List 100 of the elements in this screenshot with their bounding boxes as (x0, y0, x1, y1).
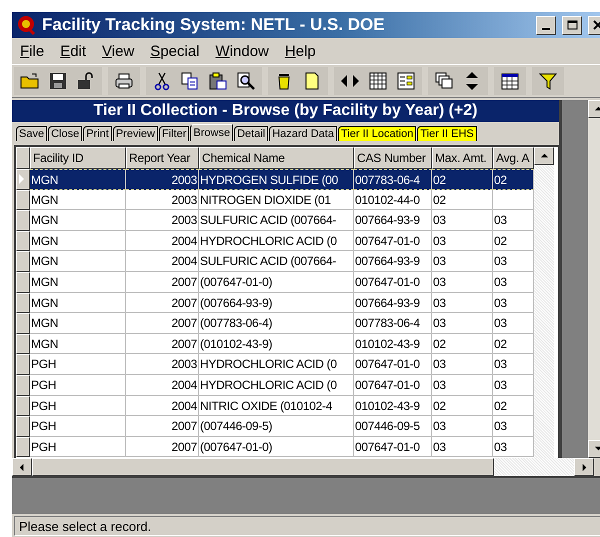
collection-title: Tier II Collection - Browse (by Facility by Year) (+2) (12, 100, 559, 122)
table-cell: MGN (30, 251, 126, 272)
table-row[interactable]: MGN 2007 (007647-01-0) 007647-01-0 03 03 (16, 272, 534, 293)
table-cell: 007664-93-9 (354, 292, 432, 314)
table-cell: 2004 (126, 374, 199, 396)
table-cell: 2007 (126, 272, 199, 293)
table-row[interactable]: PGH 2004 NITRIC OXIDE (010102-4 010102-43-9 02 02 (16, 396, 534, 416)
table-cell: SULFURIC ACID (007664- (199, 210, 354, 231)
table-cell: 2003 (126, 210, 199, 231)
table-cell: 2007 (126, 334, 199, 354)
table-cell: (007647-01-0) (199, 436, 354, 458)
table-cell: 2007 (126, 292, 199, 314)
table-cell: 03 (432, 272, 493, 293)
table-cell: 2004 (126, 251, 199, 272)
table-row[interactable]: MGN 2007 (007664-93-9) 007664-93-9 03 03 (16, 292, 534, 314)
column-header[interactable]: Facility ID (30, 147, 126, 169)
table-cell: 03 (432, 313, 493, 334)
table-cell: HYDROGEN SULFIDE (00 (199, 169, 354, 190)
table-cell: 03 (432, 292, 493, 314)
table-row[interactable]: MGN 2003 NITROGEN DIOXIDE (01 010102-44-0 02 (16, 190, 534, 210)
table-cell: 007647-01-0 (354, 436, 432, 458)
table-cell: (010102-43-9) (199, 334, 354, 354)
menu-item[interactable]: Window (210, 42, 279, 60)
table-row[interactable]: PGH 2004 HYDROCHLORIC ACID (0 007647-01-0 03 03 (16, 374, 534, 396)
table-cell: 02 (493, 169, 534, 190)
tab[interactable]: Preview (112, 126, 158, 141)
table-row[interactable]: MGN 2004 HYDROCHLORIC ACID (0 007647-01-0 03 02 (16, 230, 534, 252)
table-cell: PGH (30, 374, 126, 396)
table-row[interactable]: MGN 2007 (007783-06-4) 007783-06-4 03 03 (16, 313, 534, 334)
table-cell: PGH (30, 416, 126, 437)
table-row[interactable]: PGH 2007 (007647-01-0) 007647-01-0 03 03 (16, 436, 534, 458)
table-cell: 2003 (126, 169, 199, 190)
tab[interactable]: Close (48, 126, 82, 141)
status-bar: Please select a record. (14, 516, 600, 536)
table-cell: 03 (432, 230, 493, 252)
table-cell: NITROGEN DIOXIDE (01 (199, 190, 354, 210)
table-cell: 010102-44-0 (354, 190, 432, 210)
table-cell: MGN (30, 190, 126, 210)
tab[interactable]: Tier II EHS (417, 126, 477, 141)
table-cell: 03 (432, 374, 493, 396)
table-cell: HYDROCHLORIC ACID (0 (199, 354, 354, 375)
table-row[interactable]: MGN 2003 SULFURIC ACID (007664- 007664-93-9 03 03 (16, 210, 534, 231)
table-cell: 007783-06-4 (354, 313, 432, 334)
column-header[interactable]: CAS Number (354, 147, 432, 169)
table-cell: PGH (30, 436, 126, 458)
menu-item[interactable]: Edit (54, 42, 96, 60)
table-cell: 2007 (126, 436, 199, 458)
table-cell: HYDROCHLORIC ACID (0 (199, 374, 354, 396)
tab[interactable]: Tier II Location (338, 126, 416, 141)
table-cell: PGH (30, 396, 126, 416)
menu-item[interactable]: File (14, 42, 54, 60)
table-cell: MGN (30, 313, 126, 334)
table-cell: MGN (30, 230, 126, 252)
table-cell: 007647-01-0 (354, 272, 432, 293)
table-cell: 03 (432, 436, 493, 458)
table-cell: 2007 (126, 416, 199, 437)
tab[interactable]: Hazard Data (269, 126, 337, 141)
table-cell: MGN (30, 169, 126, 190)
table-cell: 2004 (126, 230, 199, 252)
table-cell: 007446-09-5 (354, 416, 432, 437)
table-cell: MGN (30, 334, 126, 354)
table-cell: 007664-93-9 (354, 210, 432, 231)
menu-item[interactable]: Help (278, 42, 326, 60)
table-cell: 010102-43-9 (354, 334, 432, 354)
table-cell: 03 (432, 210, 493, 231)
table-cell: MGN (30, 272, 126, 293)
tab[interactable]: Browse (190, 124, 234, 141)
table-row[interactable]: PGH 2003 HYDROCHLORIC ACID (0 007647-01-0 03 03 (16, 354, 534, 375)
table-cell: NITRIC OXIDE (010102-4 (199, 396, 354, 416)
table-row[interactable]: MGN 2004 SULFURIC ACID (007664- 007664-93-9 03 03 (16, 251, 534, 272)
table-cell: 03 (432, 251, 493, 272)
table-row[interactable]: PGH 2007 (007446-09-5) 007446-09-5 03 03 (16, 416, 534, 437)
table-cell: PGH (30, 354, 126, 375)
table-cell: 03 (432, 416, 493, 437)
table-row[interactable]: MGN 2007 (010102-43-9) 010102-43-9 02 02 (16, 334, 534, 354)
table-cell: MGN (30, 210, 126, 231)
table-cell: 2007 (126, 313, 199, 334)
table-cell: 02 (432, 334, 493, 354)
column-header[interactable]: Report Year (126, 147, 199, 169)
table-cell: MGN (30, 292, 126, 314)
column-header[interactable]: Max. Amt. (432, 147, 493, 169)
window-title: Facility Tracking System: NETL - U.S. DOE (42, 15, 386, 35)
table-cell: 2004 (126, 396, 199, 416)
column-header[interactable]: Chemical Name (199, 147, 354, 169)
table-cell: 007647-01-0 (354, 374, 432, 396)
table-cell: 010102-43-9 (354, 396, 432, 416)
table-cell: 02 (432, 169, 493, 190)
table-cell: 007647-01-0 (354, 230, 432, 252)
tab[interactable]: Print (83, 126, 112, 141)
menu-item[interactable]: View (96, 42, 144, 60)
column-header[interactable]: Avg. A (493, 147, 534, 169)
table-cell: 2003 (126, 190, 199, 210)
table-cell: (007647-01-0) (199, 272, 354, 293)
tab[interactable]: Filter (158, 126, 190, 141)
table-row[interactable]: MGN 2003 HYDROGEN SULFIDE (00 007783-06-4 02 02 (16, 169, 534, 190)
table-cell: 007783-06-4 (354, 169, 432, 190)
table-cell: 03 (432, 354, 493, 375)
menu-item[interactable]: Special (144, 42, 210, 60)
tab[interactable]: Save (16, 126, 48, 141)
tab[interactable]: Detail (234, 126, 268, 141)
